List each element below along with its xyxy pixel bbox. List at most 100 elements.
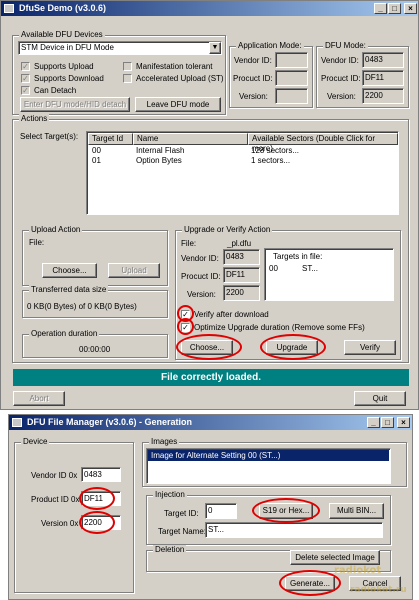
app-version-field [275,88,308,104]
app-product-id-field [275,70,308,86]
s19-or-hex-button[interactable]: S19 or Hex... [259,503,313,519]
select-targets-label: Select Target(s): [20,132,79,141]
targets-in-file-label: Targets in file: [273,252,323,261]
column-header-sectors[interactable]: Available Sectors (Double Click for more… [248,133,398,153]
leave-dfu-mode-button[interactable]: Leave DFU mode [135,97,221,112]
targets-in-file-list[interactable]: Targets in file: 00 ST... [264,248,394,301]
fm-version-label: Version 0x [41,519,79,528]
column-header-name[interactable]: Name [133,133,248,145]
minimize-button[interactable]: _ [374,3,387,14]
upgrade-vendor-id-label: Vendor ID: [181,254,219,263]
manifestation-tolerant-checkbox [123,62,132,71]
supports-download-label: Supports Download [34,74,104,83]
table-row[interactable]: 00 Internal Flash 128 sectors... [88,146,398,156]
delete-selected-image-button[interactable]: Delete selected Image [290,550,380,565]
dfu-version-label: Version: [327,92,356,101]
can-detach-label: Can Detach [34,86,77,95]
verify-after-download-checkbox[interactable]: ✓ [181,310,190,319]
row-name: Internal Flash [136,146,185,155]
row-sectors: 128 sectors... [251,146,300,155]
dfu-devices-group-label: Available DFU Devices [19,30,105,39]
target-id-input[interactable]: 0 [205,503,237,519]
minimize-button[interactable]: _ [367,417,380,428]
fm-vendor-id-input[interactable]: 0483 [81,467,121,482]
file-manager-title: DFU File Manager (v3.0.6) - Generation [27,417,193,427]
column-header-target-id[interactable]: Target Id [88,133,133,145]
list-item[interactable]: 00 ST... [267,264,392,274]
upgrade-vendor-id-field: 0483 [223,249,260,265]
dfu-product-id-label: Procuct ID: [321,74,361,83]
upgrade-button[interactable]: Upgrade [266,340,318,355]
fm-vendor-id-label: Vendor ID 0x [31,471,78,480]
upgrade-file-label: File: [181,239,197,248]
app-product-id-label: Procuct ID: [233,74,273,83]
file-manager-titlebar[interactable]: DFU File Manager (v3.0.6) - Generation _… [9,415,412,430]
transferred-label: Transferred data size [29,285,109,294]
row-target-id: 00 [92,146,101,155]
supports-download-checkbox: ✓ [21,74,30,83]
upgrade-version-label: Version: [187,290,216,299]
quit-button[interactable]: Quit [354,391,406,406]
optimize-upgrade-checkbox[interactable]: ✓ [181,323,190,332]
can-detach-checkbox: ✓ [21,86,30,95]
targets-table[interactable]: Target Id Name Available Sectors (Double… [86,131,399,215]
verify-button[interactable]: Verify [344,340,396,355]
deletion-group-label: Deletion [153,545,187,554]
accelerated-upload-label: Accelerated Upload (ST) [136,74,224,83]
close-button[interactable]: × [397,417,410,428]
generate-button[interactable]: Generate... [285,576,335,591]
maximize-button[interactable]: □ [388,3,401,14]
target-in-file-name: ST... [302,264,319,273]
table-row[interactable]: 01 Option Bytes 1 sectors... [88,156,398,166]
actions-group-label: Actions [19,114,50,123]
enter-dfu-mode-button[interactable]: Enter DFU mode/HID detach [20,97,130,112]
dfu-mode-label: DFU Mode: [323,41,368,50]
upgrade-product-id-field: DF11 [223,267,260,283]
row-sectors: 1 sectors... [251,156,291,165]
row-target-id: 01 [92,156,101,165]
image-item-label: Image for Alternate Setting 00 (ST...) [151,451,281,460]
images-group-label: Images [149,437,180,446]
upgrade-version-field: 2200 [223,285,260,301]
optimize-upgrade-label[interactable]: Optimize Upgrade duration (Remove some F… [194,323,365,332]
manifestation-tolerant-label: Manifestation tolerant [136,62,213,71]
images-list[interactable]: Image for Alternate Setting 00 (ST...) [146,448,391,484]
verify-after-download-label[interactable]: Verify after download [194,310,269,319]
list-item[interactable]: Image for Alternate Setting 00 (ST...) [148,450,389,461]
app-icon [4,4,14,13]
fm-product-id-input[interactable]: DF11 [81,491,121,506]
device-group-label: Device [21,437,50,446]
supports-upload-checkbox: ✓ [21,62,30,71]
upgrade-choose-button[interactable]: Choose... [181,340,233,355]
dfu-vendor-id-field: 0483 [362,52,404,68]
main-window-title: DfuSe Demo (v3.0.6) [19,3,107,13]
target-id-label: Target ID: [164,509,199,518]
operation-duration-value: 00:00:00 [79,345,111,354]
target-name-input[interactable]: ST... [205,522,383,538]
main-titlebar[interactable]: DfuSe Demo (v3.0.6) _ □ × [1,1,418,16]
watermark-domain: radiokot.ru [350,585,407,595]
supports-upload-label: Supports Upload [34,62,94,71]
operation-duration-label: Operation duration [29,329,100,338]
fm-product-id-label: Product ID 0x [31,495,80,504]
upload-choose-button[interactable]: Choose... [42,263,97,278]
upload-action-label: Upload Action [29,225,83,234]
row-name: Option Bytes [136,156,182,165]
device-select[interactable]: STM Device in DFU Mode ▼ [18,41,222,55]
app-icon [12,418,22,427]
app-vendor-id-field [275,52,308,68]
dfu-product-id-field: DF11 [362,70,404,86]
close-button[interactable]: × [404,3,417,14]
abort-button[interactable]: Abort [13,391,65,406]
dfu-version-field: 2200 [362,88,404,104]
app-version-label: Version: [239,92,268,101]
multi-bin-button[interactable]: Multi BIN... [329,503,384,519]
status-bar: File correctly loaded. [13,369,409,386]
upload-button[interactable]: Upload [108,263,160,278]
chevron-down-icon[interactable]: ▼ [209,42,221,54]
target-in-file-id: 00 [269,264,278,273]
upgrade-file-value: _pl.dfu [227,239,252,248]
maximize-button[interactable]: □ [381,417,394,428]
target-name-label: Target Name: [158,527,207,536]
fm-version-input[interactable]: 2200 [81,515,121,530]
